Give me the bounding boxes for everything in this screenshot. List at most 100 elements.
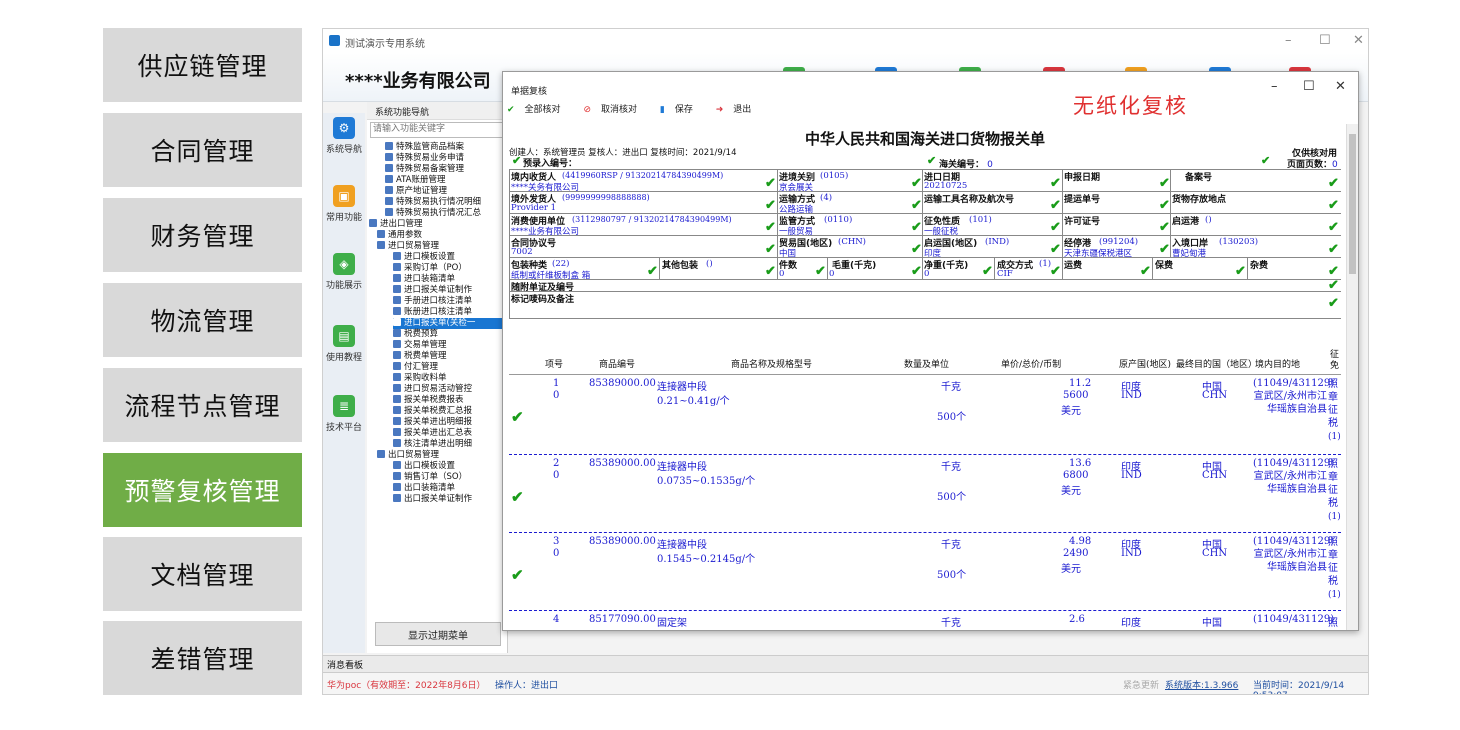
menu-logistics[interactable]: 物流管理 <box>103 283 302 357</box>
nav-search-input[interactable] <box>371 123 503 135</box>
version-link[interactable]: 系统版本:1.3.966 <box>1165 678 1238 691</box>
tree-item[interactable]: 特殊贸易执行情况明细 <box>385 197 481 208</box>
tree-item[interactable]: 进口报关单证制作 <box>393 285 472 296</box>
check-icon[interactable]: ✔ <box>1328 198 1339 213</box>
check-icon[interactable]: ✔ <box>1235 264 1246 279</box>
all-check-button[interactable]: ✔ 全部核对 <box>507 105 571 115</box>
tree-item[interactable]: ATA账册管理 <box>385 175 446 186</box>
check-icon[interactable]: ✔ <box>1328 278 1339 293</box>
check-icon[interactable]: ✔ <box>765 198 776 213</box>
document-scrollbar[interactable] <box>1346 124 1358 630</box>
check-icon[interactable]: ✔ <box>1050 176 1061 191</box>
tree-item[interactable]: 进口模板设置 <box>393 252 455 263</box>
sidebar-nav[interactable]: ⚙ 系统导航 <box>323 117 365 155</box>
tree-item[interactable]: 核注清单进出明细 <box>393 439 472 450</box>
close-icon[interactable]: ✕ <box>1353 33 1364 48</box>
dialog-maximize-icon[interactable]: ☐ <box>1303 79 1315 94</box>
check-icon[interactable]: ✔ <box>1050 264 1061 279</box>
save-button[interactable]: ▮ 保存 <box>660 105 703 115</box>
check-icon[interactable]: ✔ <box>1050 242 1061 257</box>
check-icon[interactable]: ✔ <box>765 264 776 279</box>
check-icon[interactable]: ✔ <box>982 264 993 279</box>
tree-item[interactable]: 交易单管理 <box>393 340 447 351</box>
check-icon[interactable]: ✔ <box>815 264 826 279</box>
tree-item[interactable]: 销售订单（SO） <box>393 472 467 483</box>
tree-item[interactable]: 进口贸易管理 <box>377 241 439 252</box>
tree-item[interactable]: 报关单税费汇总报 <box>393 406 472 417</box>
tree-item[interactable]: 特殊贸易执行情况汇总 <box>385 208 481 219</box>
check-icon[interactable]: ✔ <box>1328 220 1339 235</box>
check-icon[interactable]: ✔ <box>1328 296 1339 311</box>
tree-item[interactable]: 出口报关单证制作 <box>393 494 472 505</box>
check-icon[interactable]: ✔ <box>1159 176 1170 191</box>
check-icon[interactable]: ✔ <box>512 154 521 167</box>
menu-document[interactable]: 文档管理 <box>103 537 302 611</box>
tree-item[interactable]: 特殊贸易备案管理 <box>385 164 464 175</box>
check-icon[interactable]: ✔ <box>1050 220 1061 235</box>
check-icon[interactable]: ✔ <box>911 242 922 257</box>
dialog-close-icon[interactable]: ✕ <box>1335 79 1346 94</box>
exit-button[interactable]: ➜ 退出 <box>716 105 762 115</box>
message-board-tab[interactable]: 消息看板 <box>327 658 363 671</box>
tree-item[interactable]: 税费单管理 <box>393 351 447 362</box>
tree-item-selected[interactable]: 进口报关单(关检一 <box>393 318 505 329</box>
tree-item[interactable]: 账册进口核注清单 <box>393 307 472 318</box>
tree-item[interactable]: 付汇管理 <box>393 362 438 373</box>
dialog-minimize-icon[interactable]: – <box>1271 79 1278 94</box>
tree-item[interactable]: 税费预算 <box>393 329 438 340</box>
check-icon[interactable]: ✔ <box>765 220 776 235</box>
tree-item[interactable]: 通用参数 <box>377 230 422 241</box>
tree-item[interactable]: 手册进口核注清单 <box>393 296 472 307</box>
check-icon[interactable]: ✔ <box>1261 154 1270 167</box>
check-icon[interactable]: ✔ <box>511 566 524 584</box>
check-icon[interactable]: ✔ <box>647 264 658 279</box>
sidebar-tech[interactable]: ≣ 技术平台 <box>323 395 365 433</box>
tree-item[interactable]: 出口贸易管理 <box>377 450 439 461</box>
tree-item[interactable]: 出口装箱清单 <box>393 483 455 494</box>
tree-item[interactable]: 进出口管理 <box>369 219 423 230</box>
check-icon[interactable]: ✔ <box>1328 242 1339 257</box>
sidebar-common[interactable]: ▣ 常用功能 <box>323 185 365 223</box>
check-icon[interactable]: ✔ <box>1328 264 1339 279</box>
tree-item[interactable]: 采购订单（PO） <box>393 263 467 274</box>
sidebar-tutorial[interactable]: ▤ 使用教程 <box>323 325 365 363</box>
check-icon[interactable]: ✔ <box>1159 220 1170 235</box>
menu-contract[interactable]: 合同管理 <box>103 113 302 187</box>
check-icon[interactable]: ✔ <box>1140 264 1151 279</box>
check-icon[interactable]: ✔ <box>1159 198 1170 213</box>
sidebar-showcase[interactable]: ◈ 功能展示 <box>323 253 365 291</box>
tree-item[interactable]: 特殊贸易业务申请 <box>385 153 464 164</box>
check-icon[interactable]: ✔ <box>511 408 524 426</box>
show-expired-button[interactable]: 显示过期菜单 <box>375 622 501 646</box>
tree-item[interactable]: 原产地证管理 <box>385 186 447 197</box>
emergency-update-link[interactable]: 紧急更新 <box>1123 678 1159 691</box>
menu-supply-chain[interactable]: 供应链管理 <box>103 28 302 102</box>
maximize-icon[interactable]: ☐ <box>1319 33 1331 48</box>
check-icon[interactable]: ✔ <box>1328 176 1339 191</box>
minimize-icon[interactable]: – <box>1285 33 1292 48</box>
check-icon[interactable]: ✔ <box>765 176 776 191</box>
tree-item[interactable]: 报关单进出明细报 <box>393 417 472 428</box>
check-icon[interactable]: ✔ <box>927 154 936 167</box>
check-icon[interactable]: ✔ <box>1050 198 1061 213</box>
tree-item[interactable]: 进口装箱清单 <box>393 274 455 285</box>
cancel-check-button[interactable]: ⊘ 取消核对 <box>583 105 647 115</box>
check-icon[interactable]: ✔ <box>765 242 776 257</box>
menu-process-node[interactable]: 流程节点管理 <box>103 368 302 442</box>
check-icon[interactable]: ✔ <box>911 176 922 191</box>
tree-item[interactable]: 报关单进出汇总表 <box>393 428 472 439</box>
tree-item[interactable]: 进口贸易活动管控 <box>393 384 472 395</box>
tree-item[interactable]: 出口模板设置 <box>393 461 455 472</box>
check-icon[interactable]: ✔ <box>511 488 524 506</box>
check-icon[interactable]: ✔ <box>1159 242 1170 257</box>
check-icon[interactable]: ✔ <box>911 220 922 235</box>
menu-finance[interactable]: 财务管理 <box>103 198 302 272</box>
check-icon[interactable]: ✔ <box>911 198 922 213</box>
scrollbar-thumb[interactable] <box>1349 134 1356 274</box>
check-icon[interactable]: ✔ <box>911 264 922 279</box>
tree-item[interactable]: 报关单税费报表 <box>393 395 464 406</box>
menu-warning-review[interactable]: 预警复核管理 <box>103 453 302 527</box>
menu-error[interactable]: 差错管理 <box>103 621 302 695</box>
tree-item[interactable]: 采购收料单 <box>393 373 447 384</box>
tree-item[interactable]: 特殊监管商品档案 <box>385 142 464 153</box>
